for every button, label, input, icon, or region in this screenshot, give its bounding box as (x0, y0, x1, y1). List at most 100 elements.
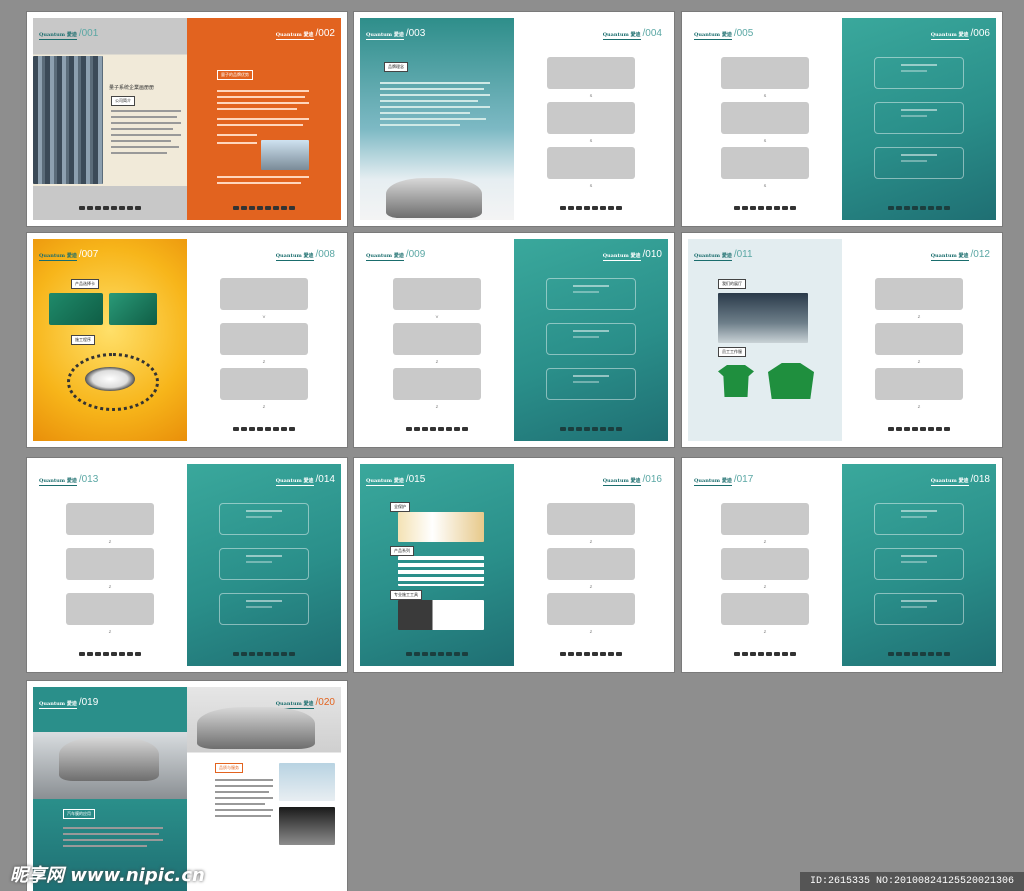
silver-car-image (59, 737, 159, 781)
page-018: Quantum 愛迪/018 (842, 464, 996, 666)
text-line (111, 128, 173, 130)
text-line (380, 100, 478, 102)
exhibition-label: 我们的展厅 (718, 279, 746, 289)
product-card-label: 产品选择卡 (71, 279, 99, 289)
page-header: Quantum 愛迪/008 (275, 249, 335, 261)
image-placeholder (547, 593, 635, 625)
text-line (380, 124, 460, 126)
caption: S (589, 138, 593, 143)
sponsor-icons (688, 652, 842, 656)
spread-009-010: Quantum 愛迪/009 V Z Z Quantum 愛迪/010 (354, 233, 674, 447)
caption: Z (435, 359, 439, 364)
sponsor-icons (360, 652, 514, 656)
page-header: Quantum 愛迪/004 (602, 28, 662, 40)
caption: Z (917, 404, 921, 409)
sponsor-icons (187, 652, 341, 656)
info-box (546, 323, 636, 355)
text-line (380, 82, 490, 84)
page-015: Quantum 愛迪/015 全保护 产品系列 专业施工工具 (360, 464, 514, 666)
image-placeholder (721, 102, 809, 134)
image-placeholder (875, 278, 963, 310)
sponsor-icons (33, 652, 187, 656)
jacket-image (768, 363, 814, 399)
image-placeholder (875, 368, 963, 400)
brand-logo: Quantum 愛迪 (930, 253, 969, 261)
caption: Z (589, 629, 593, 634)
sponsor-icons (842, 652, 996, 656)
tools-label: 专业施工工具 (390, 590, 422, 600)
page-014: Quantum 愛迪/014 (187, 464, 341, 666)
car-film-label: 汽车膜的应用 (63, 809, 95, 819)
page-number: /018 (970, 474, 990, 485)
brand-logo: Quantum 愛迪 (930, 32, 969, 40)
sponsor-icons (688, 206, 842, 210)
text-line (217, 176, 309, 178)
text-line (111, 122, 181, 124)
image-placeholder (393, 278, 481, 310)
product-card (49, 293, 103, 325)
image-placeholder (66, 503, 154, 535)
text-line (215, 797, 273, 799)
text-line (111, 134, 181, 136)
page-header: Quantum 愛迪/011 (694, 249, 753, 261)
text-line (380, 118, 486, 120)
image-placeholder (220, 368, 308, 400)
text-line (215, 815, 271, 817)
brand-logo: Quantum 愛迪 (366, 478, 404, 486)
brand-logo: Quantum 愛迪 (366, 253, 404, 261)
intro-label: 公司简介 (111, 96, 135, 106)
info-box (219, 593, 309, 625)
page-number: /002 (315, 28, 335, 39)
page-header: Quantum 愛迪/007 (39, 249, 98, 261)
page-001: Quantum 愛迪/001 量子系统企業画册册 公司简介 (33, 18, 187, 220)
info-box (874, 102, 964, 134)
page-number: /008 (315, 249, 335, 260)
page-number: /019 (78, 697, 99, 708)
page-header: Quantum 愛迪/010 (602, 249, 662, 261)
spread-007-008: Quantum 愛迪/007 产品选择卡 施工程序 Quantum 愛迪/008… (27, 233, 347, 447)
page-013: Quantum 愛迪/013 Z Z Z (33, 464, 187, 666)
spread-017-018: Quantum 愛迪/017 Z Z Z Quantum 愛迪/018 (682, 458, 1002, 672)
image-placeholder (547, 503, 635, 535)
image-placeholder (721, 503, 809, 535)
image-placeholder (721, 147, 809, 179)
info-box (874, 593, 964, 625)
page-header: Quantum 愛迪/017 (694, 474, 753, 486)
text-line (63, 827, 163, 829)
page-number: /014 (315, 474, 335, 485)
info-box (874, 503, 964, 535)
image-placeholder (547, 57, 635, 89)
image-placeholder (721, 593, 809, 625)
info-box (219, 503, 309, 535)
text-line (380, 106, 490, 108)
caption: S (589, 93, 593, 98)
page-number: /011 (733, 249, 753, 260)
page-number: /012 (970, 249, 990, 260)
page-003: Quantum 愛迪/003 品牌理念 (360, 18, 514, 220)
brand-logo: Quantum 愛迪 (602, 478, 641, 486)
page-number: /017 (733, 474, 754, 485)
spread-001-002: Quantum 愛迪/001 量子系统企業画册册 公司简介 Quantum 愛迪… (27, 12, 347, 226)
page-number: /001 (78, 28, 99, 39)
page-008: Quantum 愛迪/008 V Z Z (187, 239, 341, 441)
info-box (219, 548, 309, 580)
brand-logo: Quantum 愛迪 (39, 253, 77, 261)
text-line (111, 110, 181, 112)
page-header: Quantum 愛迪/005 (694, 28, 753, 40)
page-header: Quantum 愛迪/014 (275, 474, 335, 486)
text-line (217, 134, 257, 136)
quality-label: 品质与服务 (215, 763, 243, 773)
caption: Z (763, 629, 767, 634)
text-line (217, 108, 297, 110)
text-line (215, 779, 273, 781)
car-photo-small (279, 763, 335, 801)
text-line (215, 809, 273, 811)
page-number: /004 (642, 28, 662, 39)
text-line (111, 116, 177, 118)
page-009: Quantum 愛迪/009 V Z Z (360, 239, 514, 441)
text-line (217, 124, 303, 126)
brand-logo: Quantum 愛迪 (275, 478, 314, 486)
caption: Z (589, 584, 593, 589)
sponsor-icons (514, 206, 668, 210)
page-header: Quantum 愛迪/012 (930, 249, 990, 261)
